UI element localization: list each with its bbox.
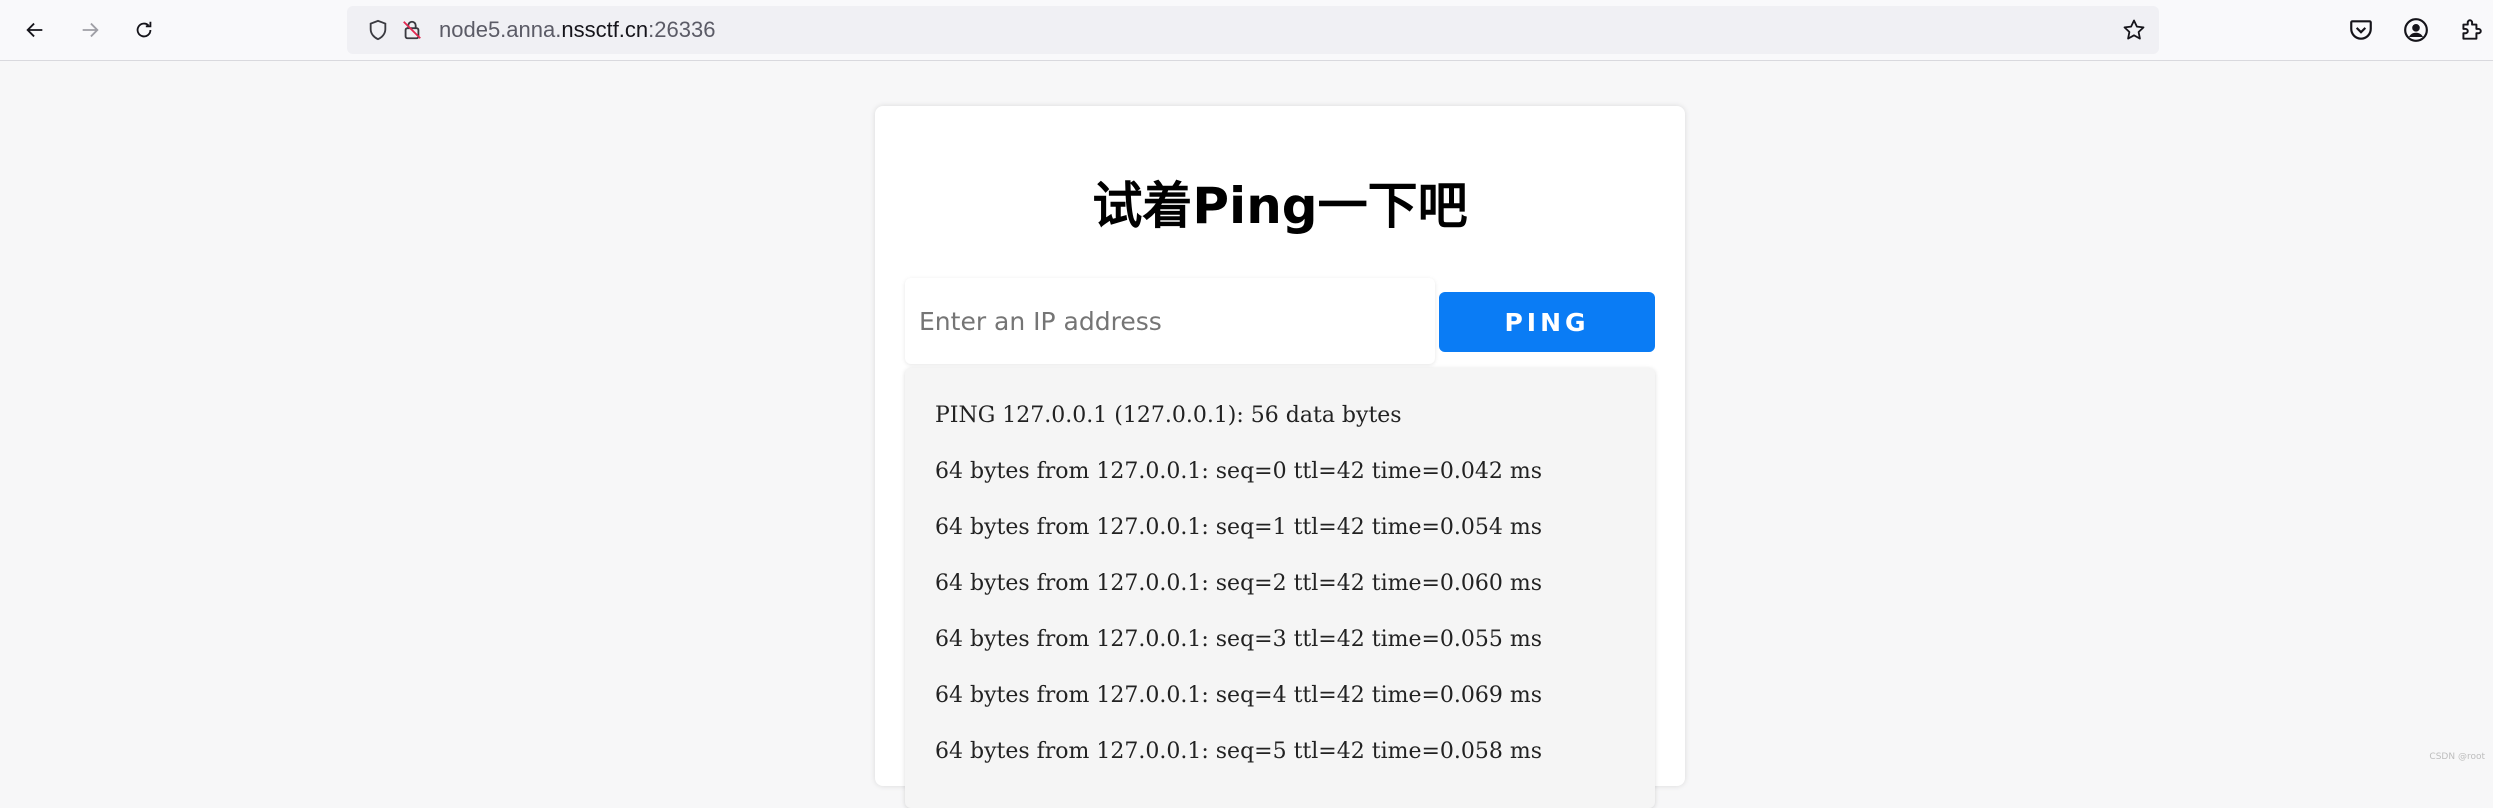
url-port: :26336 [648, 17, 715, 42]
url-text[interactable]: node5.anna.nssctf.cn:26336 [439, 14, 715, 46]
watermark: CSDN @root [2429, 752, 2485, 762]
reload-button[interactable] [126, 12, 162, 48]
shield-icon[interactable] [367, 19, 389, 41]
ping-output: PING 127.0.0.1 (127.0.0.1): 56 data byte… [905, 368, 1655, 808]
ip-address-input[interactable] [905, 278, 1435, 364]
star-icon[interactable] [2122, 18, 2146, 42]
output-line: 64 bytes from 127.0.0.1: seq=5 ttl=42 ti… [935, 724, 1625, 780]
ping-card: 试着Ping一下吧 PING PING 127.0.0.1 (127.0.0.1… [875, 106, 1685, 786]
url-prefix: node5.anna. [439, 17, 561, 42]
output-line: 64 bytes from 127.0.0.1: seq=3 ttl=42 ti… [935, 612, 1625, 668]
browser-toolbar: node5.anna.nssctf.cn:26336 [0, 0, 2493, 61]
forward-button[interactable] [72, 12, 108, 48]
output-line: PING 127.0.0.1 (127.0.0.1): 56 data byte… [935, 388, 1625, 444]
back-button[interactable] [17, 12, 53, 48]
output-line: 64 bytes from 127.0.0.1: seq=4 ttl=42 ti… [935, 668, 1625, 724]
pocket-icon[interactable] [2348, 17, 2374, 43]
output-line: 64 bytes from 127.0.0.1: seq=0 ttl=42 ti… [935, 444, 1625, 500]
url-bar[interactable]: node5.anna.nssctf.cn:26336 [347, 6, 2159, 54]
page-title: 试着Ping一下吧 [875, 166, 1685, 246]
extensions-icon[interactable] [2458, 17, 2484, 43]
url-host: nssctf.cn [561, 17, 648, 42]
reload-icon [133, 19, 155, 41]
back-arrow-icon [24, 19, 46, 41]
forward-arrow-icon [79, 19, 101, 41]
output-line: 64 bytes from 127.0.0.1: seq=1 ttl=42 ti… [935, 500, 1625, 556]
lock-slash-icon[interactable] [401, 19, 423, 41]
output-line: 64 bytes from 127.0.0.1: seq=2 ttl=42 ti… [935, 556, 1625, 612]
account-icon[interactable] [2403, 17, 2429, 43]
ping-button[interactable]: PING [1439, 292, 1655, 352]
